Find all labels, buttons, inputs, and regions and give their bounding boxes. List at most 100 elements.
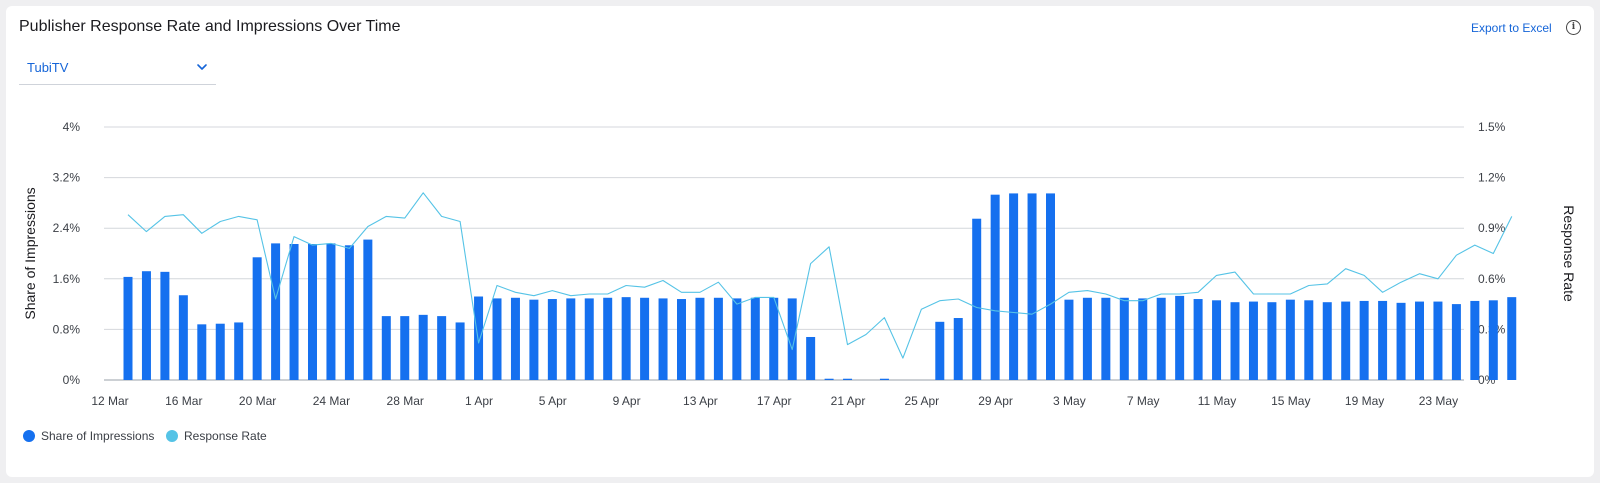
bar [1285,299,1295,380]
x-tick-label: 17 Apr [757,394,792,408]
legend-swatch-response-rate [166,430,178,442]
bar [363,239,373,380]
y-left-axis-title: Share of Impressions [22,187,38,319]
bar [215,323,225,380]
bar [824,378,834,380]
legend-item-share-of-impressions[interactable]: Share of Impressions [23,429,154,443]
x-tick-label: 7 May [1127,394,1160,408]
bar [455,322,465,380]
bar [953,318,963,380]
bar [178,295,188,380]
bar [1082,297,1092,380]
bar [1027,193,1037,380]
bar [547,299,557,380]
bar [603,297,613,380]
bar [584,298,594,380]
bar [1304,300,1314,380]
x-tick-label: 13 Apr [683,394,718,408]
legend-label-response-rate: Response Rate [184,429,267,443]
bar [1415,301,1424,380]
bar [695,297,705,380]
bar [1119,297,1129,380]
bar [990,194,1000,380]
bar [197,324,207,380]
x-tick-label: 24 Mar [313,394,350,408]
bar [750,297,760,380]
bar [1470,300,1480,380]
x-tick-label: 28 Mar [387,394,424,408]
y-right-tick-label: 1.5% [1478,120,1506,134]
bar [732,298,742,380]
y-right-tick-label: 1.2% [1478,171,1506,185]
bar [381,316,391,380]
bar [234,322,244,380]
bar [972,218,982,380]
bar [935,321,945,380]
legend-item-response-rate[interactable]: Response Rate [166,429,267,443]
bar [566,298,576,380]
bar [1378,300,1388,380]
bar [658,298,668,380]
x-tick-label: 29 Apr [978,394,1013,408]
y-left-tick-label: 1.6% [53,272,81,286]
bar [1156,297,1166,380]
bar [1359,300,1369,380]
bar [1175,295,1185,380]
bar [1064,299,1074,380]
bar [1046,193,1055,380]
bar [1396,302,1406,380]
bar [713,297,723,380]
bar [123,276,133,380]
bar [640,297,650,380]
bar [1230,302,1240,380]
y-left-tick-label: 3.2% [53,171,81,185]
legend-label-share-of-impressions: Share of Impressions [41,429,155,443]
x-tick-label: 15 May [1271,394,1310,408]
bar [1507,297,1517,380]
bar [271,243,281,380]
bar [1009,193,1019,380]
x-tick-label: 23 May [1419,394,1458,408]
bar [437,316,447,380]
bar [1101,297,1111,380]
bar [1488,300,1498,380]
bar [1248,301,1258,380]
bar [289,244,299,380]
y-left-tick-label: 4% [63,120,81,134]
y-left-tick-label: 2.4% [53,221,81,235]
bar [326,243,336,380]
x-tick-label: 16 Mar [165,394,202,408]
x-tick-label: 12 Mar [91,394,128,408]
bar [1212,300,1222,380]
bar [1322,302,1332,380]
combo-chart: 0%0%0.8%0.3%1.6%0.6%2.4%0.9%3.2%1.2%4%1.… [22,120,1577,408]
bar [1267,302,1277,380]
y-right-tick-label: 0.6% [1478,272,1506,286]
x-tick-label: 25 Apr [904,394,939,408]
bar [400,316,410,380]
bar [1341,301,1351,380]
y-right-axis-title: Response Rate [1561,205,1577,302]
y-left-tick-label: 0% [63,373,81,387]
bar [769,297,779,380]
bar [492,298,502,380]
bar [160,271,170,380]
x-tick-label: 19 May [1345,394,1384,408]
x-tick-label: 21 Apr [831,394,866,408]
response-rate-line [127,192,1513,359]
bar [1451,304,1461,380]
x-tick-label: 9 Apr [613,394,641,408]
bar [141,271,151,380]
bar [621,297,631,380]
bar [252,257,262,380]
bar [1138,298,1148,380]
bar [1433,301,1443,380]
bar [474,296,484,380]
x-tick-label: 1 Apr [465,394,493,408]
x-tick-label: 11 May [1198,394,1236,408]
bar [677,299,686,380]
x-tick-label: 20 Mar [239,394,276,408]
bar [879,378,889,380]
bar [510,297,520,380]
bar [344,245,354,380]
